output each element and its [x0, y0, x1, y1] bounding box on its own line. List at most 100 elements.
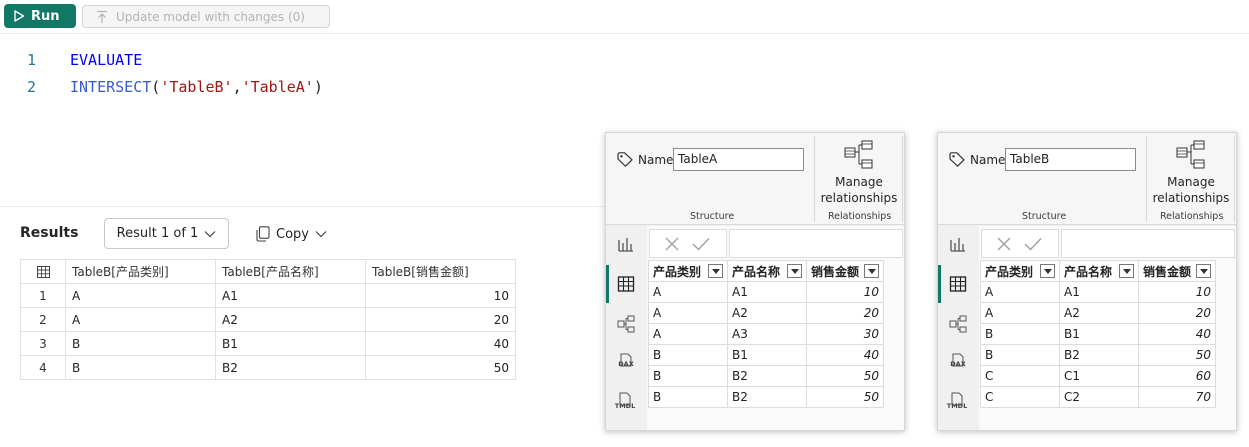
- report-view-icon[interactable]: [617, 235, 635, 253]
- code-line[interactable]: 1 EVALUATE: [0, 49, 142, 71]
- tmdl-label: TMDL: [614, 402, 636, 410]
- ribbon-divider: [1234, 136, 1235, 222]
- table-view-icon[interactable]: [949, 275, 967, 293]
- column-header[interactable]: TableB[销售金额]: [365, 259, 516, 284]
- cell: A2: [727, 302, 807, 324]
- cell: B: [980, 323, 1060, 345]
- filter-dropdown-icon[interactable]: [787, 264, 802, 278]
- column-header[interactable]: 产品类别: [648, 260, 728, 282]
- result-selector-dropdown[interactable]: Result 1 of 1: [104, 218, 229, 249]
- cell: C2: [1059, 386, 1139, 408]
- editor-results-divider: [0, 206, 605, 207]
- code-text[interactable]: EVALUATE: [70, 51, 142, 69]
- tmdl-view-icon[interactable]: TMDL: [946, 392, 968, 410]
- manage-relationships-icon[interactable]: [844, 140, 874, 170]
- row-number: 2: [20, 307, 66, 332]
- table-row[interactable]: 2 A A2 20: [20, 307, 516, 332]
- table-row[interactable]: B B1 40: [980, 323, 1216, 345]
- cell: A2: [1059, 302, 1139, 324]
- filter-dropdown-icon[interactable]: [1119, 264, 1134, 278]
- code-text[interactable]: INTERSECT('TableB','TableA'): [70, 78, 323, 96]
- cell: 50: [1138, 344, 1216, 366]
- check-icon[interactable]: [692, 236, 710, 252]
- dax-label: DAX: [618, 360, 634, 368]
- model-view-icon[interactable]: [949, 315, 967, 333]
- update-model-button[interactable]: Update model with changes (0): [82, 5, 330, 28]
- manage-relationships-button[interactable]: Manage relationships: [816, 174, 902, 206]
- column-header-label: 销售金额: [811, 264, 860, 279]
- table-row[interactable]: B B2 50: [648, 386, 884, 408]
- table-row[interactable]: B B2 50: [648, 365, 884, 387]
- column-header[interactable]: 销售金额: [806, 260, 884, 282]
- table-grid-icon: [36, 265, 50, 278]
- cell: A: [980, 281, 1060, 303]
- cell: 30: [806, 323, 884, 345]
- column-header[interactable]: 产品名称: [1059, 260, 1139, 282]
- column-header[interactable]: 销售金额: [1138, 260, 1216, 282]
- cell: A1: [727, 281, 807, 303]
- cell: C: [980, 365, 1060, 387]
- table-row[interactable]: A A2 20: [980, 302, 1216, 324]
- table-name-input[interactable]: TableB: [1005, 148, 1136, 171]
- filter-dropdown-icon[interactable]: [1040, 264, 1055, 278]
- table-row[interactable]: C C2 70: [980, 386, 1216, 408]
- model-view-icon[interactable]: [617, 315, 635, 333]
- table-view-icon[interactable]: [617, 275, 635, 293]
- view-switcher: DAX TMDL: [606, 225, 646, 430]
- upload-icon: [97, 10, 107, 23]
- cell: B1: [727, 344, 807, 366]
- dax-query-view-icon[interactable]: DAX: [948, 353, 968, 368]
- table-select-all-cell[interactable]: [20, 259, 66, 284]
- formula-bar-input[interactable]: [729, 229, 903, 258]
- cell: A3: [727, 323, 807, 345]
- row-number: 4: [20, 355, 66, 380]
- cancel-icon[interactable]: [996, 236, 1012, 252]
- cell: 20: [806, 302, 884, 324]
- formula-bar-actions: [981, 229, 1059, 258]
- cell: 10: [1138, 281, 1216, 303]
- table-row[interactable]: B B2 50: [980, 344, 1216, 366]
- column-header[interactable]: 产品类别: [980, 260, 1060, 282]
- table-name-input[interactable]: TableA: [673, 148, 804, 171]
- cell: B2: [1059, 344, 1139, 366]
- cell: B: [648, 344, 728, 366]
- run-button[interactable]: Run: [4, 4, 76, 28]
- column-header[interactable]: TableB[产品类别]: [65, 259, 216, 284]
- cell: 60: [1138, 365, 1216, 387]
- column-header[interactable]: 产品名称: [727, 260, 807, 282]
- dax-query-view-icon[interactable]: DAX: [616, 353, 636, 368]
- table-row[interactable]: A A3 30: [648, 323, 884, 345]
- structure-group-label: Structure: [690, 211, 735, 222]
- column-header[interactable]: TableB[产品名称]: [215, 259, 366, 284]
- tag-icon: [617, 152, 633, 167]
- cell: 50: [806, 386, 884, 408]
- check-icon[interactable]: [1024, 236, 1042, 252]
- cell: B2: [215, 355, 366, 380]
- table-row[interactable]: 3 B B1 40: [20, 331, 516, 356]
- cell: B2: [727, 365, 807, 387]
- table-row[interactable]: A A1 10: [648, 281, 884, 303]
- manage-relationships-icon[interactable]: [1176, 140, 1206, 170]
- tmdl-view-icon[interactable]: TMDL: [614, 392, 636, 410]
- result-selector-value: Result 1 of 1: [116, 226, 199, 241]
- copy-button[interactable]: Copy: [256, 222, 327, 246]
- report-view-icon[interactable]: [949, 235, 967, 253]
- table-row[interactable]: B B1 40: [648, 344, 884, 366]
- cancel-icon[interactable]: [664, 236, 680, 252]
- ribbon-divider: [1146, 136, 1147, 222]
- row-number: 1: [20, 283, 66, 308]
- name-label: Name: [970, 153, 1006, 167]
- filter-dropdown-icon[interactable]: [864, 264, 879, 278]
- manage-relationships-button[interactable]: Manage relationships: [1148, 174, 1234, 206]
- formula-bar-input[interactable]: [1061, 229, 1235, 258]
- filter-dropdown-icon[interactable]: [1196, 264, 1211, 278]
- filter-dropdown-icon[interactable]: [708, 264, 723, 278]
- table-row[interactable]: A A1 10: [980, 281, 1216, 303]
- cell: 70: [1138, 386, 1216, 408]
- code-line[interactable]: 2 INTERSECT('TableB','TableA'): [0, 76, 323, 98]
- table-row[interactable]: 4 B B2 50: [20, 355, 516, 380]
- table-row[interactable]: A A2 20: [648, 302, 884, 324]
- table-row[interactable]: 1 A A1 10: [20, 283, 516, 308]
- cell: A1: [1059, 281, 1139, 303]
- table-row[interactable]: C C1 60: [980, 365, 1216, 387]
